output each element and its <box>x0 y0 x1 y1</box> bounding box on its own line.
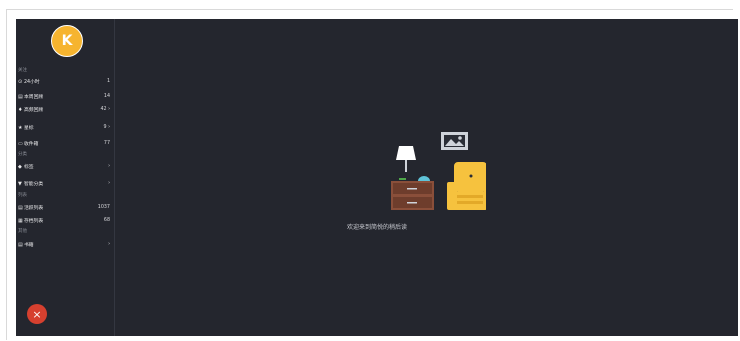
sidebar-item-active-list[interactable]: ▤ 活跃列表 1037 <box>18 203 110 212</box>
sidebar-item-inbox[interactable]: ▭ 收件箱 77 <box>18 139 110 148</box>
sidebar-item-count: 14 <box>103 94 110 99</box>
empty-state-illustration <box>391 132 486 210</box>
sidebar-item-label: 标签 <box>24 165 34 170</box>
sidebar-item-count: 1 <box>106 79 110 84</box>
armchair-icon <box>447 162 486 210</box>
sidebar-item-label: 本周回顾 <box>24 95 44 100</box>
sidebar-item-label: 高频回顾 <box>24 108 44 113</box>
sidebar-item-books[interactable]: ▤ 书籍 › <box>18 240 110 249</box>
sidebar-item-label: 24小时 <box>24 80 40 85</box>
app-window: K 关注 ⊙ 24小时 1 ▤ 本周回顾 14 ♦ 高频回顾 42 › ★ 星标… <box>16 19 738 336</box>
close-icon: × <box>32 307 42 321</box>
picture-frame-icon <box>441 132 468 150</box>
book-stack-icon <box>399 178 406 180</box>
sidebar-item-label: 书籍 <box>24 243 34 248</box>
sidebar-item-label: 活跃列表 <box>24 206 44 211</box>
welcome-message: 欢迎来到简悦的稍后读 <box>346 224 407 231</box>
sidebar-item-tags[interactable]: ◆ 标签 › <box>18 162 110 171</box>
section-label-follow: 关注 <box>18 68 27 73</box>
sidebar-item-week-review[interactable]: ▤ 本周回顾 14 <box>18 92 110 101</box>
close-button[interactable]: × <box>27 304 47 324</box>
lamp-icon <box>396 146 416 172</box>
sidebar-item-label: 星标 <box>24 126 34 131</box>
sidebar-item-count: 9 › <box>103 125 111 130</box>
section-label-tags: 分类 <box>18 152 27 157</box>
sidebar-item-starred[interactable]: ★ 星标 9 › <box>18 123 110 132</box>
plant-icon <box>418 176 430 181</box>
sidebar-item-label: 智能分类 <box>24 182 44 187</box>
sidebar-item-label: 收件箱 <box>24 142 39 147</box>
sidebar: K 关注 ⊙ 24小时 1 ▤ 本周回顾 14 ♦ 高频回顾 42 › ★ 星标… <box>16 19 115 336</box>
sidebar-item-count: 1037 <box>97 205 110 210</box>
sidebar-item-count: 42 › <box>100 107 110 112</box>
sidebar-item-smart-filter[interactable]: ▼ 智能分类 › <box>18 179 110 188</box>
section-label-lists: 列表 <box>18 193 27 198</box>
sidebar-item-count: › <box>108 242 110 247</box>
sidebar-item-24h[interactable]: ⊙ 24小时 1 <box>18 77 110 86</box>
sidebar-item-frequent-review[interactable]: ♦ 高频回顾 42 › <box>18 105 110 114</box>
nightstand-icon <box>391 181 434 210</box>
sidebar-item-count: 77 <box>103 141 110 146</box>
avatar[interactable]: K <box>51 25 83 57</box>
sidebar-item-count: › <box>108 181 110 186</box>
sidebar-item-count: › <box>108 164 110 169</box>
